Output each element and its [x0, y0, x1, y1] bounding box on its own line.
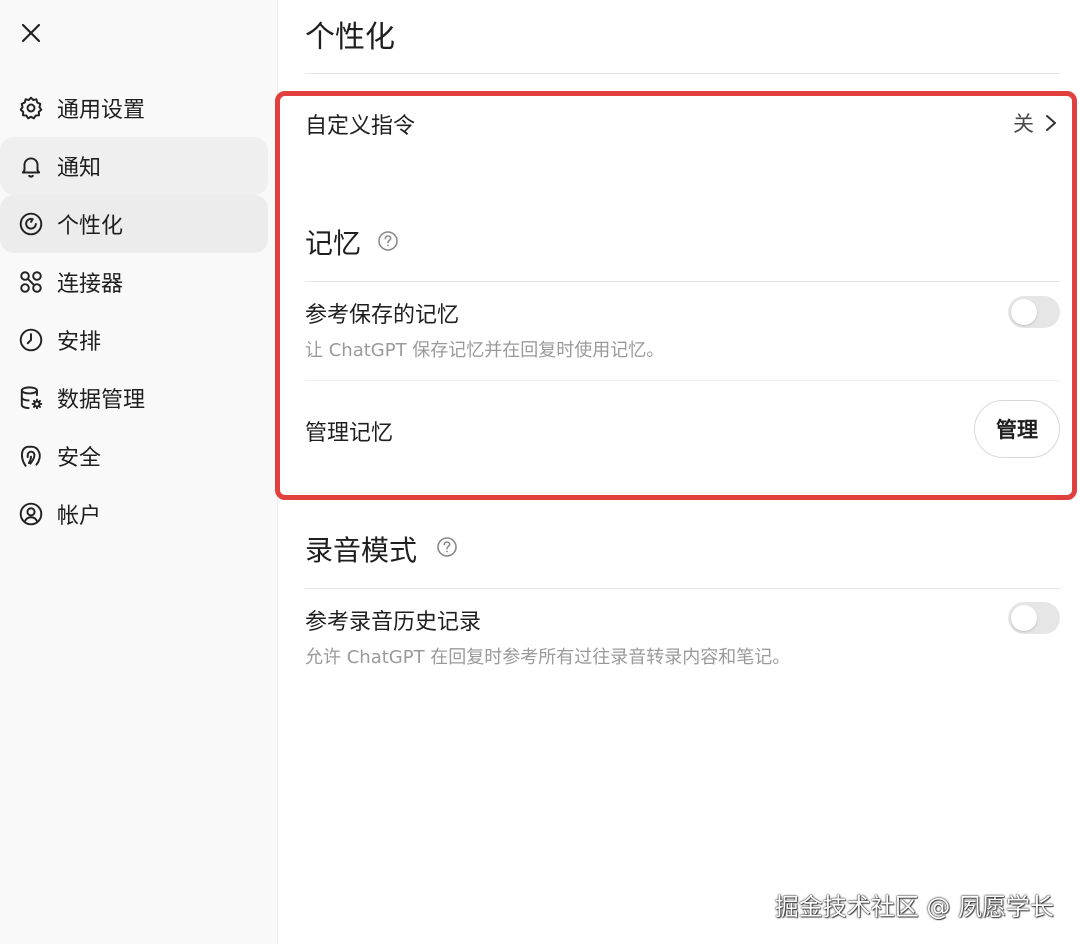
- chevron-right-icon: [1046, 115, 1056, 131]
- close-icon: [21, 23, 41, 43]
- divider: [305, 281, 1060, 282]
- sidebar-item-label: 帐户: [57, 504, 102, 529]
- manage-memory-label: 管理记忆: [305, 421, 394, 446]
- voice-mode-section-title: 录音模式: [305, 534, 418, 567]
- bell-icon: [18, 153, 44, 179]
- settings-sidebar: 通用设置 通知 个性化 连接器 安排 数据管理 安全 帐户: [0, 0, 278, 944]
- connectors-icon: [18, 269, 44, 295]
- reference-saved-memory-label: 参考保存的记忆: [305, 303, 460, 328]
- sidebar-item-label: 安排: [57, 330, 102, 355]
- toggle-knob: [1011, 605, 1037, 631]
- gear-icon: [18, 95, 44, 121]
- sidebar-item-label: 个性化: [57, 214, 124, 239]
- reference-voice-history-description: 允许 ChatGPT 在回复时参考所有过往录音转录内容和笔记。: [305, 647, 791, 668]
- reference-saved-memory-toggle[interactable]: [1008, 296, 1060, 328]
- memory-section-title: 记忆: [305, 227, 362, 260]
- sidebar-item-general[interactable]: 通用设置: [0, 79, 268, 137]
- help-icon[interactable]: [436, 536, 458, 558]
- divider: [305, 588, 1060, 589]
- sidebar-item-security[interactable]: 安全: [0, 427, 268, 485]
- toggle-knob: [1011, 299, 1037, 325]
- sidebar-item-account[interactable]: 帐户: [0, 485, 268, 543]
- account-icon: [18, 501, 44, 527]
- sidebar-item-label: 通用设置: [57, 98, 146, 123]
- sidebar-item-label: 通知: [57, 156, 102, 181]
- custom-instructions-row-link[interactable]: 关: [1013, 108, 1058, 138]
- divider: [305, 380, 1060, 381]
- reference-voice-history-label: 参考录音历史记录: [305, 610, 482, 635]
- highlight-box: [275, 91, 1077, 500]
- sidebar-item-schedule[interactable]: 安排: [0, 311, 268, 369]
- security-icon: [18, 443, 44, 469]
- sidebar-item-label: 安全: [57, 446, 102, 471]
- database-icon: [18, 385, 44, 411]
- watermark: 掘金技术社区 @ 夙愿学长: [774, 893, 1054, 921]
- settings-window: 通用设置 通知 个性化 连接器 安排 数据管理 安全 帐户 个性化 自定义指令 …: [0, 0, 1080, 944]
- sidebar-item-data-controls[interactable]: 数据管理: [0, 369, 268, 427]
- sidebar-item-connectors[interactable]: 连接器: [0, 253, 268, 311]
- manage-memory-button[interactable]: 管理: [974, 400, 1060, 458]
- sidebar-item-label: 数据管理: [57, 388, 146, 413]
- page-title: 个性化: [305, 20, 395, 55]
- divider: [305, 73, 1060, 74]
- clock-icon: [18, 327, 44, 353]
- reference-voice-history-toggle[interactable]: [1008, 602, 1060, 634]
- sidebar-item-personalization[interactable]: 个性化: [0, 195, 268, 253]
- reference-saved-memory-description: 让 ChatGPT 保存记忆并在回复时使用记忆。: [305, 340, 665, 361]
- custom-instructions-status: 关: [1013, 112, 1034, 136]
- personalization-icon: [18, 211, 44, 237]
- close-button[interactable]: [12, 14, 50, 52]
- custom-instructions-label: 自定义指令: [305, 114, 416, 139]
- settings-content: 个性化 自定义指令 关 记忆 参考保存的记忆 让 ChatGPT 保存记忆并在回…: [275, 0, 1080, 944]
- sidebar-item-notifications[interactable]: 通知: [0, 137, 268, 195]
- sidebar-item-label: 连接器: [57, 272, 124, 297]
- help-icon[interactable]: [377, 230, 399, 252]
